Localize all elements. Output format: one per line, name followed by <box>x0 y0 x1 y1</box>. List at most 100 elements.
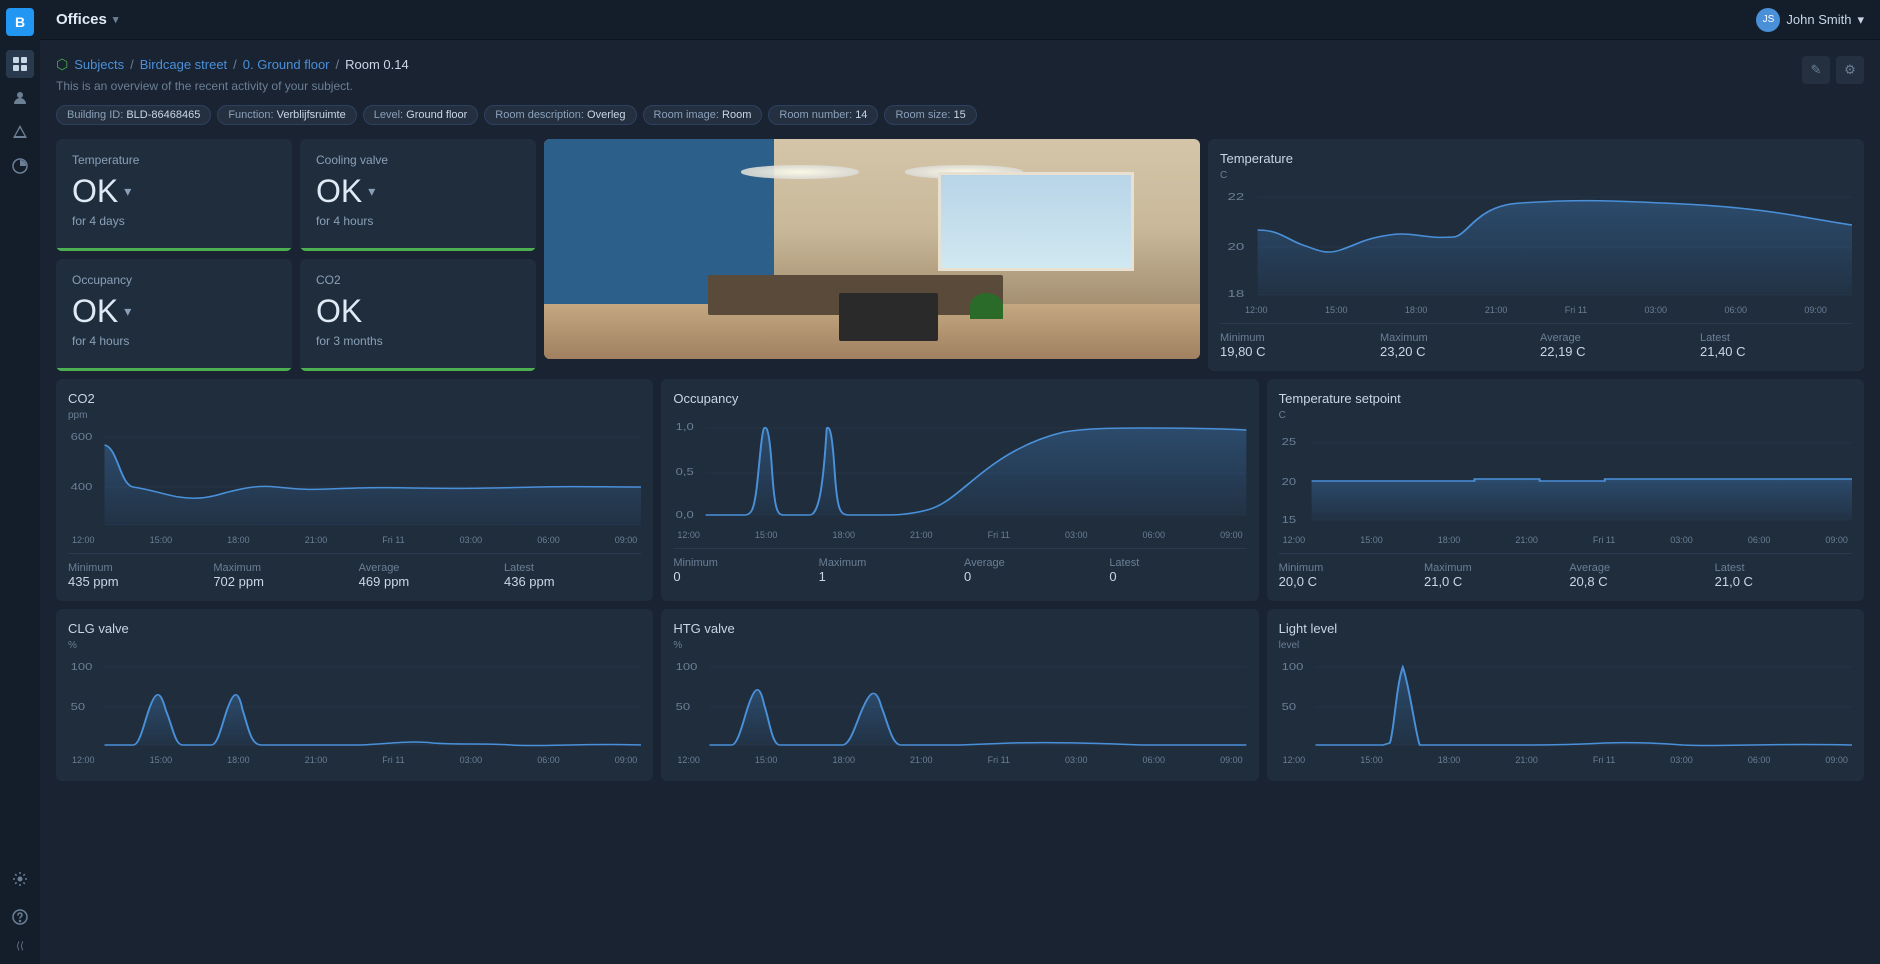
breadcrumb-floor[interactable]: 0. Ground floor <box>243 57 330 72</box>
temp-chart-axis: C <box>1220 170 1852 181</box>
htg-chart-area: 100 50 12:00 15:00 18:00 21:00 <box>673 655 1246 765</box>
tag-function[interactable]: Function: Verblijfsruimte <box>217 105 356 125</box>
app-logo[interactable]: B <box>6 8 34 36</box>
cooling-duration: for 4 hours <box>316 214 520 228</box>
sp-x2: 15:00 <box>1360 535 1383 545</box>
tag-level[interactable]: Level: Ground floor <box>363 105 479 125</box>
sp-x7: 06:00 <box>1748 535 1771 545</box>
temp-status-bar <box>56 248 292 251</box>
svg-text:18: 18 <box>1228 288 1245 300</box>
occ-stat-max: Maximum1 <box>819 557 956 584</box>
sp-x6: 03:00 <box>1670 535 1693 545</box>
light-x1: 12:00 <box>1283 755 1306 765</box>
light-x2: 15:00 <box>1360 755 1383 765</box>
sidebar: B ⟨⟨ <box>0 0 40 964</box>
sidebar-icon-settings[interactable] <box>6 865 34 893</box>
clg-x3: 18:00 <box>227 755 250 765</box>
tag-room-size[interactable]: Room size: 15 <box>884 105 976 125</box>
co2-chart-title: CO2 <box>68 391 641 406</box>
sidebar-collapse-btn[interactable]: ⟨⟨ <box>12 937 28 956</box>
cooling-value[interactable]: OK ▾ <box>316 173 520 210</box>
app-title[interactable]: Offices ▾ <box>56 11 118 28</box>
htg-x4: 21:00 <box>910 755 933 765</box>
temp-chart-x2: 15:00 <box>1325 305 1348 315</box>
breadcrumb-subjects[interactable]: Subjects <box>74 57 124 72</box>
sp-stat-max: Maximum21,0 C <box>1424 562 1561 589</box>
occupancy-chart-area: 1,0 0,5 0,0 12:00 15:00 18:00 <box>673 410 1246 540</box>
htg-x2: 15:00 <box>755 755 778 765</box>
sp-stat-avg: Average20,8 C <box>1569 562 1706 589</box>
sp-x1: 12:00 <box>1283 535 1306 545</box>
tag-room-desc[interactable]: Room description: Overleg <box>484 105 636 125</box>
tag-building-id[interactable]: Building ID: BLD-86468465 <box>56 105 211 125</box>
temp-chart-title: Temperature <box>1220 151 1852 166</box>
htg-x1: 12:00 <box>677 755 700 765</box>
sidebar-icon-help[interactable] <box>6 903 34 931</box>
sp-x4: 21:00 <box>1515 535 1538 545</box>
cooling-dropdown-icon: ▾ <box>368 183 375 200</box>
svg-text:25: 25 <box>1281 436 1295 447</box>
room-scene <box>544 139 1200 359</box>
clg-x5: Fri 11 <box>382 755 404 765</box>
co2-status-bar <box>300 368 536 371</box>
svg-text:100: 100 <box>1281 661 1303 672</box>
svg-text:50: 50 <box>1281 701 1295 712</box>
settings-button[interactable]: ⚙ <box>1836 56 1864 84</box>
htg-chart-axis: % <box>673 640 1246 651</box>
occ-x5: Fri 11 <box>988 530 1010 540</box>
co2-label: CO2 <box>316 273 520 287</box>
tag-room-image[interactable]: Room image: Room <box>643 105 763 125</box>
cooling-label: Cooling valve <box>316 153 520 167</box>
sidebar-icon-analytics[interactable] <box>6 152 34 180</box>
co2-x8: 09:00 <box>615 535 638 545</box>
clg-chart-title: CLG valve <box>68 621 641 636</box>
occupancy-dropdown-icon: ▾ <box>124 303 131 320</box>
temp-dropdown-icon: ▾ <box>124 183 131 200</box>
tag-room-number[interactable]: Room number: 14 <box>768 105 878 125</box>
sidebar-icon-home[interactable] <box>6 50 34 78</box>
svg-text:20: 20 <box>1281 476 1295 487</box>
occ-x6: 03:00 <box>1065 530 1088 540</box>
temp-chart-stats: Minimum 19,80 C Maximum 23,20 C Average … <box>1220 323 1852 359</box>
co2-value: OK <box>316 293 520 330</box>
occupancy-value[interactable]: OK ▾ <box>72 293 276 330</box>
light-x5: Fri 11 <box>1593 755 1615 765</box>
co2-x3: 18:00 <box>227 535 250 545</box>
temp-value[interactable]: OK ▾ <box>72 173 276 210</box>
svg-text:20: 20 <box>1228 241 1245 253</box>
sidebar-icon-subjects[interactable] <box>6 84 34 112</box>
occ-x1: 12:00 <box>677 530 700 540</box>
occ-x4: 21:00 <box>910 530 933 540</box>
light-x6: 03:00 <box>1670 755 1693 765</box>
clg-x2: 15:00 <box>150 755 173 765</box>
htg-x5: Fri 11 <box>988 755 1010 765</box>
light-chart-title: Light level <box>1279 621 1852 636</box>
occ-stat-avg: Average0 <box>964 557 1101 584</box>
occupancy-status-bar <box>56 368 292 371</box>
co2-x4: 21:00 <box>305 535 328 545</box>
temp-chart-x1: 12:00 <box>1245 305 1268 315</box>
temp-stat-latest: Latest 21,40 C <box>1700 332 1852 359</box>
temp-label: Temperature <box>72 153 276 167</box>
co2-x7: 06:00 <box>537 535 560 545</box>
svg-text:100: 100 <box>676 661 698 672</box>
occ-x8: 09:00 <box>1220 530 1243 540</box>
occupancy-chart-title: Occupancy <box>673 391 1246 406</box>
temp-stat-avg: Average 22,19 C <box>1540 332 1692 359</box>
edit-button[interactable]: ✎ <box>1802 56 1830 84</box>
svg-text:100: 100 <box>71 661 93 672</box>
svg-text:50: 50 <box>676 701 690 712</box>
sidebar-icon-alerts[interactable] <box>6 118 34 146</box>
clg-chart-area: 100 50 12:00 15:00 18:00 21:00 <box>68 655 641 765</box>
user-menu[interactable]: JS John Smith ▾ <box>1756 8 1864 32</box>
occ-chart-stats: Minimum0 Maximum1 Average0 Latest0 <box>673 548 1246 584</box>
co2-x6: 03:00 <box>460 535 483 545</box>
clg-x7: 06:00 <box>537 755 560 765</box>
sp-stat-latest: Latest21,0 C <box>1715 562 1852 589</box>
light-x3: 18:00 <box>1438 755 1461 765</box>
clg-x1: 12:00 <box>72 755 95 765</box>
status-card-temperature: Temperature OK ▾ for 4 days <box>56 139 292 251</box>
breadcrumb-birdcage[interactable]: Birdcage street <box>140 57 227 72</box>
breadcrumb-room: Room 0.14 <box>345 57 409 72</box>
temp-setpoint-chart-card: Temperature setpoint C 25 20 15 <box>1267 379 1864 601</box>
